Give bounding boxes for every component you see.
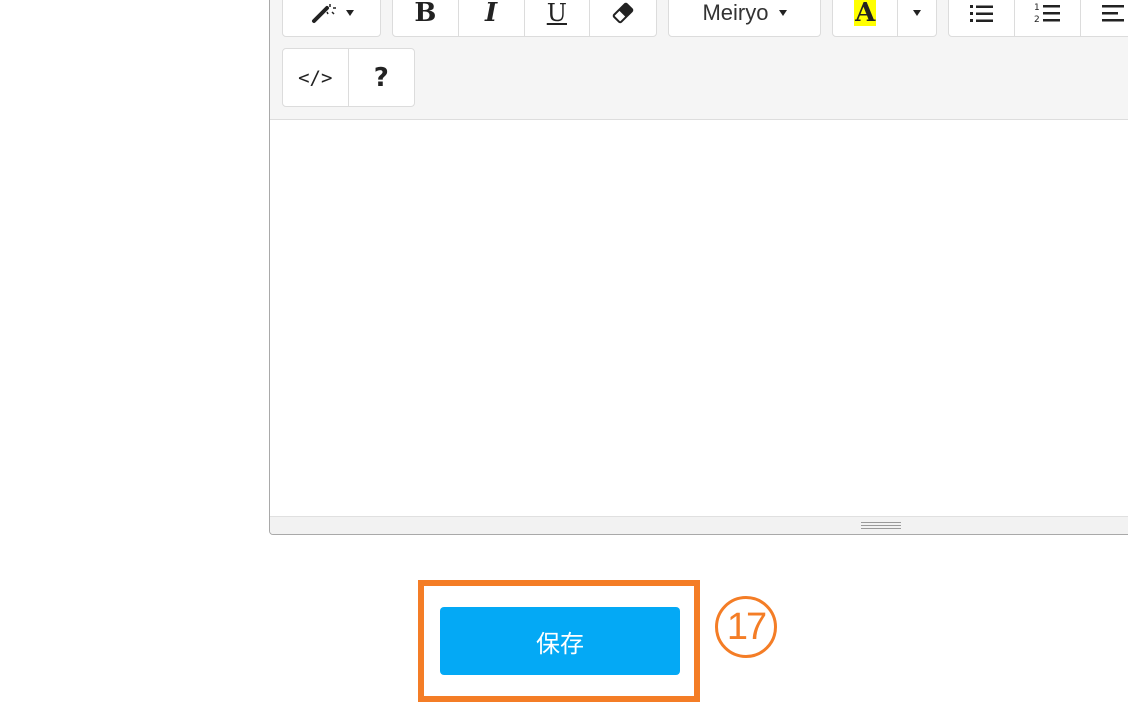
- magic-wand-icon: [310, 2, 340, 24]
- italic-icon: I: [485, 0, 498, 28]
- svg-text:2: 2: [1034, 15, 1040, 25]
- font-style-group: B I U: [392, 0, 657, 37]
- resize-grip-icon[interactable]: [861, 522, 901, 530]
- editor-statusbar: [270, 516, 1128, 534]
- underline-icon: U: [546, 0, 567, 27]
- editor-content-area[interactable]: [270, 120, 1128, 518]
- chevron-down-icon: [778, 10, 787, 16]
- ordered-list-icon: 1 2: [1034, 1, 1062, 25]
- color-dropdown-button[interactable]: [898, 0, 936, 36]
- save-button[interactable]: 保存: [440, 607, 680, 675]
- svg-text:1: 1: [1034, 3, 1040, 13]
- chevron-down-icon: [345, 10, 354, 16]
- misc-group: </> ?: [282, 48, 415, 107]
- help-icon: ?: [373, 62, 389, 93]
- unordered-list-button[interactable]: [949, 0, 1015, 36]
- highlight-color-button[interactable]: A: [833, 0, 899, 36]
- style-dropdown-button[interactable]: [283, 0, 380, 36]
- unordered-list-icon: [969, 2, 995, 24]
- paragraph-group: 1 2: [948, 0, 1128, 37]
- rich-text-editor: B I U Meiryo A 1 2 </> ?: [269, 0, 1128, 535]
- step-number-marker: 17: [715, 596, 777, 658]
- clear-format-button[interactable]: [590, 0, 656, 36]
- font-name-group: Meiryo: [668, 0, 821, 37]
- font-name-label: Meiryo: [702, 0, 769, 25]
- align-left-icon: [1101, 2, 1127, 24]
- style-button-group: [282, 0, 381, 37]
- italic-button[interactable]: I: [459, 0, 525, 36]
- highlight-color-icon: A: [854, 0, 877, 28]
- eraser-icon: [611, 2, 635, 24]
- bold-icon: B: [414, 0, 437, 28]
- chevron-down-icon: [913, 10, 922, 16]
- color-group: A: [832, 0, 937, 37]
- font-name-dropdown[interactable]: Meiryo: [669, 0, 820, 36]
- align-button[interactable]: [1081, 0, 1128, 36]
- ordered-list-button[interactable]: 1 2: [1015, 0, 1081, 36]
- editor-toolbar: B I U Meiryo A 1 2 </> ?: [270, 0, 1128, 120]
- bold-button[interactable]: B: [393, 0, 459, 36]
- code-view-button[interactable]: </>: [283, 49, 349, 106]
- code-icon: </>: [298, 66, 333, 89]
- underline-button[interactable]: U: [525, 0, 591, 36]
- help-button[interactable]: ?: [349, 49, 415, 106]
